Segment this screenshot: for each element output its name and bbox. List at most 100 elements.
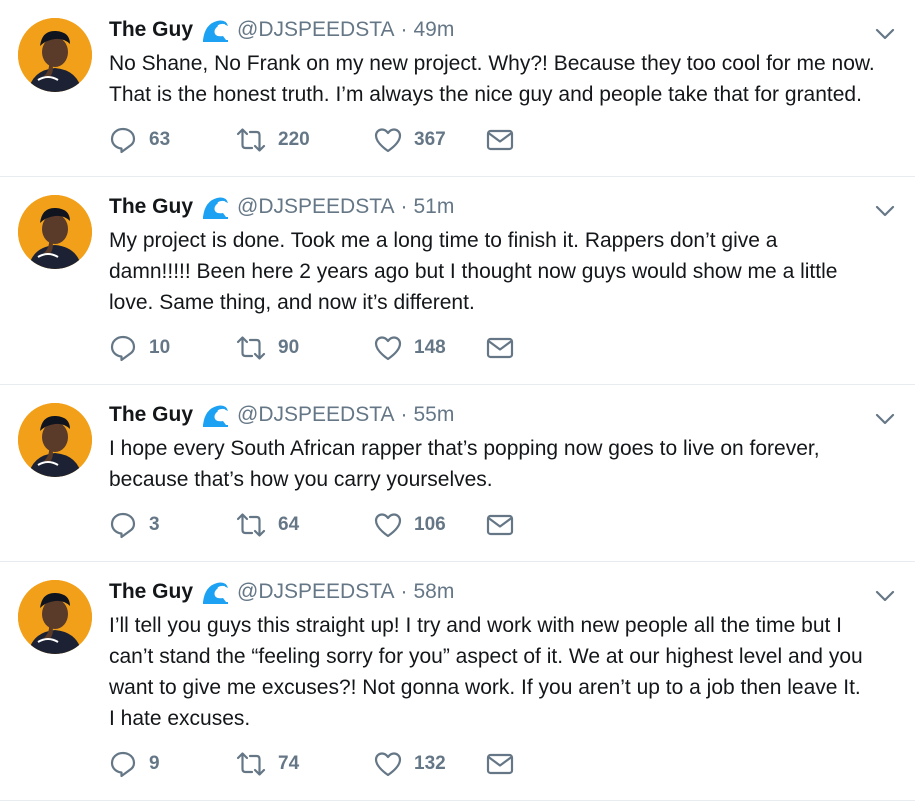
like-count: 367 [414, 129, 446, 150]
like-count: 132 [414, 753, 446, 774]
heart-icon [374, 126, 402, 154]
handle[interactable]: @DJSPEEDSTA [237, 580, 394, 604]
direct-message-button[interactable] [486, 128, 514, 152]
envelope-icon [486, 336, 514, 360]
separator-dot: · [400, 195, 408, 218]
heart-icon [374, 511, 402, 539]
like-button[interactable]: 367 [374, 126, 486, 154]
chevron-down-icon[interactable] [873, 584, 897, 608]
retweet-icon [236, 126, 266, 154]
tweet[interactable]: The Guy @DJSPEEDSTA · 58m I’ll tell you … [0, 562, 915, 801]
separator-dot: · [400, 580, 408, 603]
envelope-icon [486, 752, 514, 776]
action-bar: 3 64 106 [109, 510, 514, 540]
tweet-text: No Shane, No Frank on my new project. Wh… [109, 48, 909, 110]
chevron-down-icon[interactable] [873, 199, 897, 223]
action-bar: 63 220 367 [109, 125, 514, 155]
retweet-count: 220 [278, 129, 310, 150]
retweet-button[interactable]: 90 [236, 334, 374, 362]
separator-dot: · [400, 403, 408, 426]
reply-icon [109, 126, 137, 154]
tweet-text: I hope every South African rapper that’s… [109, 433, 909, 495]
envelope-icon [486, 513, 514, 537]
like-button[interactable]: 148 [374, 334, 486, 362]
avatar[interactable] [18, 195, 92, 269]
tweet[interactable]: The Guy @DJSPEEDSTA · 49m No Shane, No F… [0, 0, 915, 177]
direct-message-button[interactable] [486, 752, 514, 776]
retweet-button[interactable]: 220 [236, 126, 374, 154]
direct-message-button[interactable] [486, 336, 514, 360]
retweet-icon [236, 511, 266, 539]
reply-icon [109, 334, 137, 362]
display-name[interactable]: The Guy [109, 195, 193, 219]
avatar[interactable] [18, 18, 92, 92]
avatar-image [18, 195, 92, 269]
tweet-text-line: My project is done. Took me a long time … [109, 229, 778, 252]
tweet-header: The Guy @DJSPEEDSTA · 55m [109, 399, 454, 431]
reply-button[interactable]: 10 [109, 334, 236, 362]
tweet-text-line: can’t stand the “feeling sorry for you” … [109, 645, 863, 668]
like-button[interactable]: 132 [374, 750, 486, 778]
separator-dot: · [400, 18, 408, 41]
tweet-text-line: love. Same thing, and now it’s different… [109, 291, 475, 314]
reply-count: 9 [149, 753, 160, 774]
timestamp[interactable]: 49m [413, 18, 454, 42]
tweet-header: The Guy @DJSPEEDSTA · 58m [109, 576, 454, 608]
heart-icon [374, 334, 402, 362]
reply-count: 63 [149, 129, 171, 150]
handle[interactable]: @DJSPEEDSTA [237, 403, 394, 427]
timestamp[interactable]: 51m [413, 195, 454, 219]
display-name[interactable]: The Guy [109, 403, 193, 427]
water-wave-icon [201, 403, 229, 427]
retweet-icon [236, 334, 266, 362]
handle[interactable]: @DJSPEEDSTA [237, 18, 394, 42]
retweet-button[interactable]: 74 [236, 750, 374, 778]
handle[interactable]: @DJSPEEDSTA [237, 195, 394, 219]
direct-message-button[interactable] [486, 513, 514, 537]
tweet-text-line: damn!!!!! Been here 2 years ago but I th… [109, 260, 838, 283]
timestamp[interactable]: 55m [413, 403, 454, 427]
tweet[interactable]: The Guy @DJSPEEDSTA · 55m I hope every S… [0, 385, 915, 562]
heart-icon [374, 750, 402, 778]
tweet-text-line: because that’s how you carry yourselves. [109, 468, 493, 491]
retweet-icon [236, 750, 266, 778]
action-bar: 9 74 132 [109, 749, 514, 779]
reply-icon [109, 750, 137, 778]
reply-button[interactable]: 9 [109, 750, 236, 778]
reply-count: 3 [149, 514, 160, 535]
chevron-down-icon[interactable] [873, 22, 897, 46]
tweet-text: My project is done. Took me a long time … [109, 225, 909, 318]
water-wave-icon [201, 18, 229, 42]
tweet-text: I’ll tell you guys this straight up! I t… [109, 610, 909, 734]
tweet-text-line: want to give me excuses?! Not gonna work… [109, 676, 861, 699]
retweet-count: 64 [278, 514, 300, 535]
avatar[interactable] [18, 580, 92, 654]
water-wave-icon [201, 580, 229, 604]
avatar-image [18, 18, 92, 92]
reply-button[interactable]: 63 [109, 126, 236, 154]
tweet-text-line: No Shane, No Frank on my new project. Wh… [109, 52, 875, 75]
reply-button[interactable]: 3 [109, 511, 236, 539]
tweet[interactable]: The Guy @DJSPEEDSTA · 51m My project is … [0, 177, 915, 385]
retweet-button[interactable]: 64 [236, 511, 374, 539]
chevron-down-icon[interactable] [873, 407, 897, 431]
water-wave-icon [201, 195, 229, 219]
display-name[interactable]: The Guy [109, 18, 193, 42]
avatar-image [18, 403, 92, 477]
tweet-header: The Guy @DJSPEEDSTA · 51m [109, 191, 454, 223]
timestamp[interactable]: 58m [413, 580, 454, 604]
tweet-text-line: I’ll tell you guys this straight up! I t… [109, 614, 843, 637]
retweet-count: 90 [278, 337, 300, 358]
envelope-icon [486, 128, 514, 152]
reply-icon [109, 511, 137, 539]
reply-count: 10 [149, 337, 171, 358]
avatar-image [18, 580, 92, 654]
tweet-header: The Guy @DJSPEEDSTA · 49m [109, 14, 454, 46]
like-count: 148 [414, 337, 446, 358]
tweet-text-line: That is the honest truth. I’m always the… [109, 83, 862, 106]
action-bar: 10 90 148 [109, 333, 514, 363]
tweet-text-line: I hope every South African rapper that’s… [109, 437, 820, 460]
avatar[interactable] [18, 403, 92, 477]
display-name[interactable]: The Guy [109, 580, 193, 604]
like-button[interactable]: 106 [374, 511, 486, 539]
